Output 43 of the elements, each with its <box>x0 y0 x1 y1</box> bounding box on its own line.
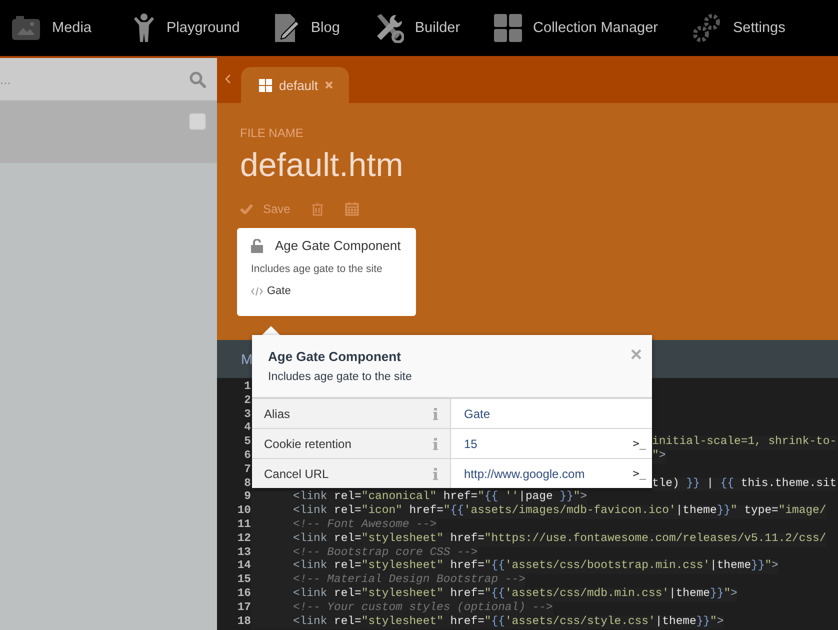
person-icon <box>132 13 156 43</box>
expression-button[interactable]: >_ <box>632 467 646 480</box>
alias-text: Gate <box>267 285 291 297</box>
property-label: Cookie retention <box>264 436 352 450</box>
field-label: FILE NAME <box>240 125 304 140</box>
card-description: Includes age gate to the site <box>251 263 384 275</box>
unlocked-padlock-icon <box>251 238 263 252</box>
nav-item[interactable]: Playground <box>132 13 240 43</box>
checkbox[interactable] <box>189 113 206 130</box>
chevron-left-icon[interactable] <box>225 74 231 84</box>
search-field[interactable]: ... <box>0 58 217 101</box>
component-card[interactable]: Age Gate Component Includes age gate to the site Gate <box>237 228 416 316</box>
camera-icon <box>11 15 41 41</box>
info-icon[interactable] <box>433 468 438 480</box>
nav-item[interactable]: Builder <box>374 13 460 43</box>
nav-item[interactable]: Media <box>11 15 92 41</box>
info-icon[interactable] <box>433 438 438 450</box>
search-icon <box>189 71 206 88</box>
info-icon[interactable] <box>433 408 438 420</box>
property-label: Cancel URL <box>264 466 329 480</box>
property-value-field[interactable]: http://www.google.com >_ <box>451 459 652 488</box>
popup-title: Age Gate Component <box>268 349 402 364</box>
grid-icon <box>259 78 272 92</box>
document-pencil-icon <box>274 13 300 43</box>
nav-item[interactable]: Blog <box>274 13 340 43</box>
property-label: Alias <box>264 406 290 420</box>
gears-icon <box>692 13 722 43</box>
trash-icon[interactable] <box>312 202 324 216</box>
nav-item[interactable]: Settings <box>692 13 786 43</box>
calendar-icon[interactable] <box>345 202 360 216</box>
card-title: Age Gate Component <box>275 238 401 253</box>
checkmark-icon <box>240 204 253 214</box>
code-icon <box>251 286 263 296</box>
property-value: 15 <box>464 436 478 450</box>
grid-icon <box>494 14 522 42</box>
property-value: Gate <box>464 406 490 420</box>
expression-button[interactable]: >_ <box>632 437 646 450</box>
close-icon[interactable] <box>325 81 334 89</box>
nav-item[interactable]: Collection Manager <box>494 14 658 42</box>
sidebar-item[interactable] <box>0 101 217 163</box>
editor-tab[interactable]: M <box>241 351 253 367</box>
popup-description: Includes age gate to the site <box>268 371 413 383</box>
property-value: http://www.google.com <box>464 466 585 480</box>
